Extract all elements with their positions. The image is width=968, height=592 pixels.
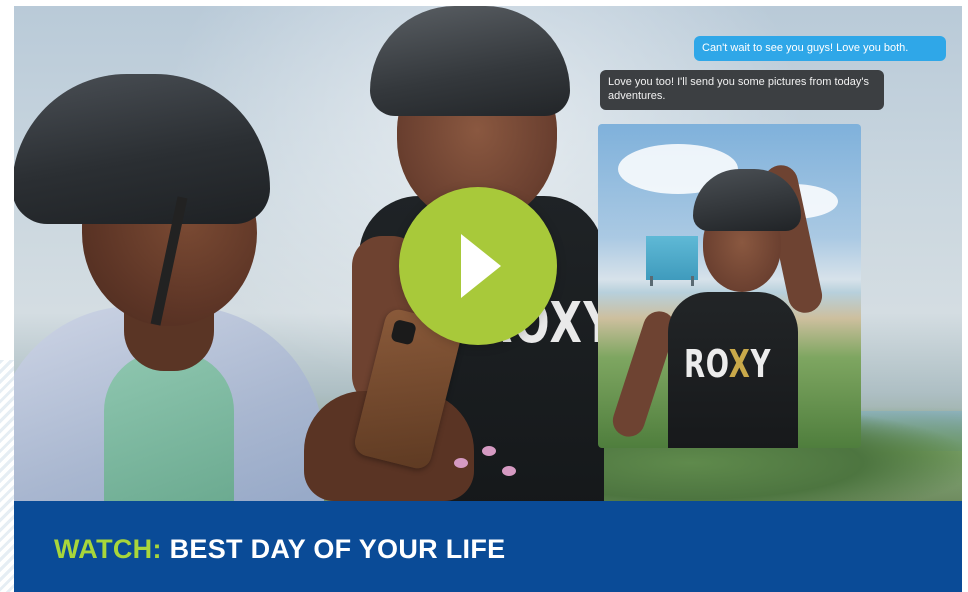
page-edge-decoration: [0, 360, 14, 592]
flower: [502, 466, 516, 476]
video-title[interactable]: WATCH: BEST DAY OF YOUR LIFE: [54, 534, 505, 565]
watch-label: WATCH:: [54, 534, 162, 564]
lifeguard-tower-legs: [650, 276, 694, 286]
photo-shirt-print: ROXY: [684, 342, 772, 386]
flower: [482, 446, 496, 456]
play-icon: [461, 234, 501, 298]
man-shirt: [104, 351, 234, 501]
video-card: ROXY Can't wait to see you guys! Love yo…: [14, 6, 962, 592]
video-title-text: BEST DAY OF YOUR LIFE: [169, 534, 506, 564]
chat-bubble-outgoing: Can't wait to see you guys! Love you bot…: [694, 36, 946, 61]
flower: [454, 458, 468, 468]
phone-camera: [390, 318, 417, 346]
video-thumbnail[interactable]: ROXY Can't wait to see you guys! Love yo…: [14, 6, 962, 501]
lifeguard-tower: [646, 236, 698, 280]
play-button[interactable]: [399, 187, 557, 345]
shared-photo: ROXY: [598, 124, 861, 448]
chat-bubble-incoming: Love you too! I'll send you some picture…: [600, 70, 884, 110]
video-caption-bar: WATCH: BEST DAY OF YOUR LIFE: [14, 501, 962, 592]
